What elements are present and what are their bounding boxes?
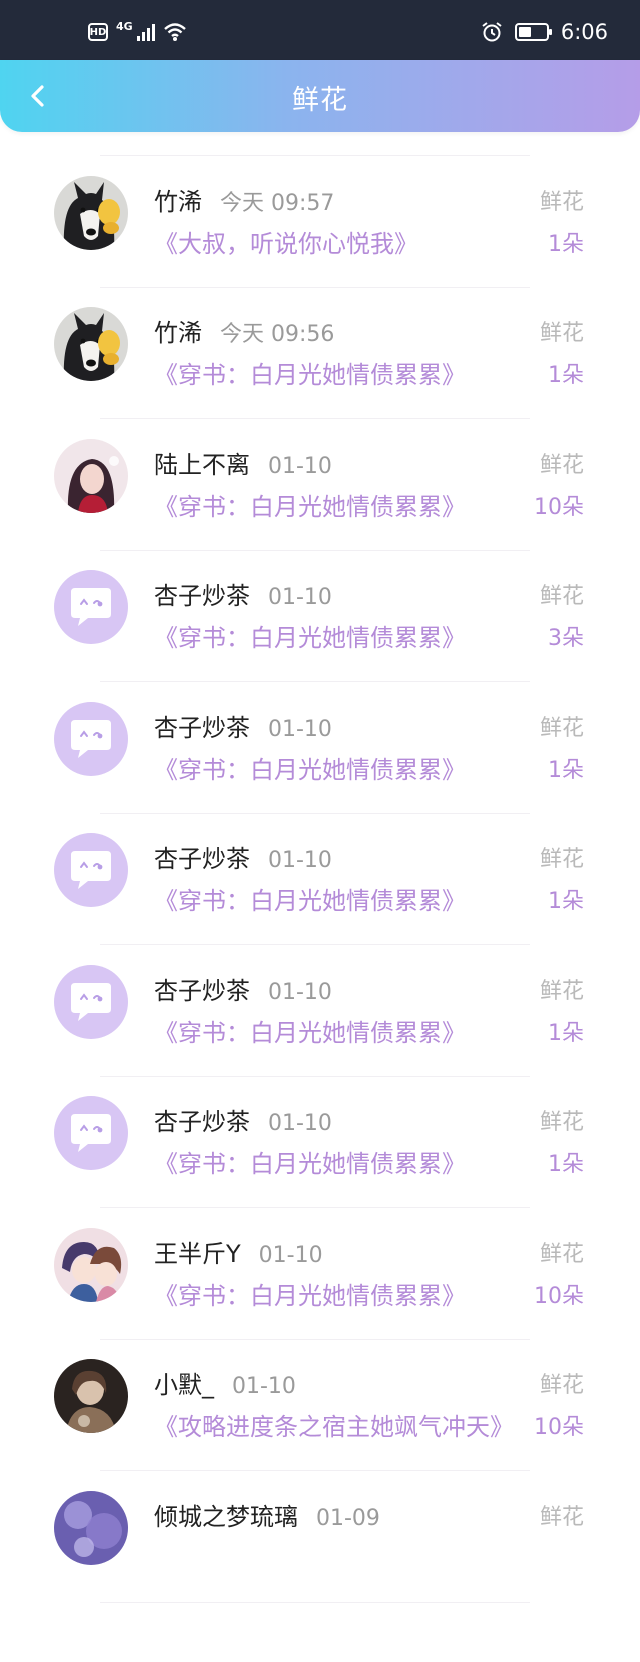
user-avatar[interactable] xyxy=(54,964,128,1039)
gift-amount: 1朵 xyxy=(548,889,584,914)
book-title-link[interactable]: 《攻略进度条之宿主她飒气冲天》 xyxy=(154,1407,514,1442)
gift-type: 鲜花 xyxy=(539,321,584,346)
alarm-icon xyxy=(482,22,502,42)
gift-type: 鲜花 xyxy=(539,1504,584,1530)
name-line: 杏子炒茶 01-10 xyxy=(154,839,332,874)
user-name[interactable]: 杏子炒茶 xyxy=(154,971,250,1006)
gift-type: 鲜花 xyxy=(539,1241,584,1267)
book-title-link[interactable]: 《穿书：白月光她情债累累》 xyxy=(154,487,514,522)
name-line: 杏子炒茶 01-10 xyxy=(154,971,332,1006)
book-title-link[interactable]: 《穿书：白月光她情债累累》 xyxy=(154,618,514,653)
gift-amount: 3朵 xyxy=(548,626,584,651)
gift-type: 鲜花 xyxy=(539,584,584,609)
name-line: 陆上不离 01-10 xyxy=(154,445,332,480)
user-avatar[interactable] xyxy=(54,833,128,907)
user-name[interactable]: 陆上不离 xyxy=(154,445,250,480)
user-name[interactable]: 小默_ xyxy=(154,1365,214,1400)
name-line: 竹浠 今天 09:57 xyxy=(154,182,334,217)
record-row[interactable]: 竹浠 今天 09:57 《大叔，听说你心悦我》 鲜花 1朵 xyxy=(0,149,640,288)
user-avatar[interactable] xyxy=(54,701,128,776)
record-time: 01-10 xyxy=(258,1242,323,1268)
row-divider xyxy=(100,1601,530,1603)
user-avatar[interactable] xyxy=(54,570,128,644)
record-row[interactable]: 杏子炒茶 01-10 《穿书：白月光她情债累累》 鲜花 1朵 xyxy=(0,1069,640,1208)
status-time: 6:06 xyxy=(560,20,608,44)
record-time: 01-10 xyxy=(268,1111,332,1136)
header-bar: 鲜花 xyxy=(0,60,640,132)
record-row[interactable]: 倾城之梦琉璃 01-09 鲜花 xyxy=(0,1464,640,1603)
user-name[interactable]: 杏子炒茶 xyxy=(154,1102,250,1137)
record-row[interactable]: 杏子炒茶 01-10 《穿书：白月光她情债累累》 鲜花 3朵 xyxy=(0,543,640,682)
record-time: 01-10 xyxy=(268,848,332,873)
user-name[interactable]: 竹浠 xyxy=(154,313,202,348)
gift-amount: 1朵 xyxy=(548,757,584,783)
record-row[interactable]: 杏子炒茶 01-10 《穿书：白月光她情债累累》 鲜花 1朵 xyxy=(0,806,640,945)
record-time: 01-10 xyxy=(232,1374,296,1399)
gift-amount: 10朵 xyxy=(534,494,584,520)
record-row[interactable]: 王半斤Y 01-10 《穿书：白月光她情债累累》 鲜花 10朵 xyxy=(0,1201,640,1340)
gift-type: 鲜花 xyxy=(539,978,584,1004)
gift-type: 鲜花 xyxy=(539,1373,584,1398)
record-time: 01-09 xyxy=(316,1505,380,1531)
book-title-link[interactable]: 《穿书：白月光她情债累累》 xyxy=(154,1144,514,1179)
name-line: 王半斤Y 01-10 xyxy=(154,1234,323,1269)
record-row[interactable]: 杏子炒茶 01-10 《穿书：白月光她情债累累》 鲜花 1朵 xyxy=(0,675,640,814)
record-time: 今天 09:57 xyxy=(220,190,335,216)
user-name[interactable]: 杏子炒茶 xyxy=(154,708,250,743)
user-name[interactable]: 杏子炒茶 xyxy=(154,576,250,611)
name-line: 竹浠 今天 09:56 xyxy=(154,313,334,348)
user-avatar[interactable] xyxy=(54,1227,128,1302)
gift-amount: 1朵 xyxy=(548,1152,584,1177)
gift-amount: 1朵 xyxy=(548,231,584,257)
gift-amount: 1朵 xyxy=(548,1020,584,1046)
record-row[interactable]: 小默_ 01-10 《攻略进度条之宿主她飒气冲天》 鲜花 10朵 xyxy=(0,1332,640,1471)
user-name[interactable]: 王半斤Y xyxy=(154,1234,241,1269)
book-title-link[interactable]: 《大叔，听说你心悦我》 xyxy=(154,224,514,259)
record-row[interactable]: 杏子炒茶 01-10 《穿书：白月光她情债累累》 鲜花 1朵 xyxy=(0,938,640,1077)
record-time: 01-10 xyxy=(268,979,332,1005)
user-avatar[interactable] xyxy=(54,307,128,381)
name-line: 杏子炒茶 01-10 xyxy=(154,1102,332,1137)
user-name[interactable]: 杏子炒茶 xyxy=(154,839,250,874)
record-time: 01-10 xyxy=(268,585,332,610)
status-bar: HD 4G 6:06 xyxy=(0,0,640,62)
user-avatar[interactable] xyxy=(54,1096,128,1170)
book-title-link[interactable]: 《穿书：白月光她情债累累》 xyxy=(154,881,514,916)
gift-type: 鲜花 xyxy=(539,189,584,215)
user-avatar[interactable] xyxy=(54,175,128,250)
page-title: 鲜花 xyxy=(292,85,348,116)
gift-type: 鲜花 xyxy=(539,452,584,478)
user-name[interactable]: 竹浠 xyxy=(154,182,202,217)
user-avatar[interactable] xyxy=(54,438,128,513)
name-line: 小默_ 01-10 xyxy=(154,1365,296,1400)
record-time: 01-10 xyxy=(268,716,332,742)
gift-type: 鲜花 xyxy=(539,1110,584,1135)
book-title-link[interactable]: 《穿书：白月光她情债累累》 xyxy=(154,750,514,785)
record-row[interactable]: 陆上不离 01-10 《穿书：白月光她情债累累》 鲜花 10朵 xyxy=(0,412,640,551)
book-title-link[interactable]: 《穿书：白月光她情债累累》 xyxy=(154,1276,514,1311)
gift-type: 鲜花 xyxy=(539,847,584,872)
book-title-link[interactable]: 《穿书：白月光她情债累累》 xyxy=(154,1013,514,1048)
name-line: 倾城之梦琉璃 01-09 xyxy=(154,1497,380,1532)
gift-type: 鲜花 xyxy=(539,715,584,741)
signal-icon xyxy=(136,23,155,41)
wifi-icon xyxy=(163,23,186,41)
record-row[interactable]: 竹浠 今天 09:56 《穿书：白月光她情债累累》 鲜花 1朵 xyxy=(0,280,640,419)
network-type: 4G xyxy=(116,19,133,33)
book-title-link[interactable]: 《穿书：白月光她情债累累》 xyxy=(154,355,514,390)
user-name[interactable]: 倾城之梦琉璃 xyxy=(154,1497,298,1532)
record-time: 今天 09:56 xyxy=(220,322,335,347)
name-line: 杏子炒茶 01-10 xyxy=(154,708,332,743)
user-avatar[interactable] xyxy=(54,1359,128,1433)
name-line: 杏子炒茶 01-10 xyxy=(154,576,332,611)
battery-icon xyxy=(514,23,552,41)
gift-amount: 10朵 xyxy=(534,1415,584,1440)
gift-amount: 10朵 xyxy=(534,1283,584,1309)
record-time: 01-10 xyxy=(268,453,332,479)
user-avatar[interactable] xyxy=(54,1490,128,1565)
hd-icon: HD xyxy=(88,23,108,41)
gift-amount: 1朵 xyxy=(548,363,584,388)
